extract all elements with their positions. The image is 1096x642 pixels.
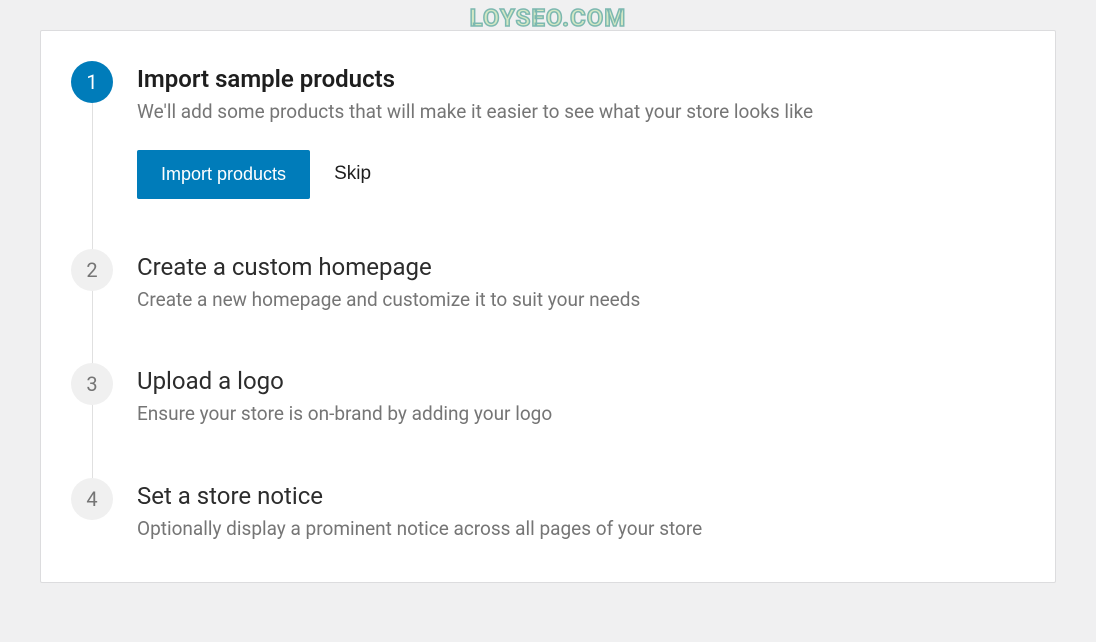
step-title: Create a custom homepage (137, 253, 1025, 281)
step-number-badge: 4 (71, 478, 113, 520)
watermark-text: LOYSEO.COM (470, 4, 627, 32)
step-actions: Import products Skip (137, 150, 1025, 199)
step-description: Create a new homepage and customize it t… (137, 287, 1025, 314)
step-title: Import sample products (137, 65, 1025, 93)
step-connector-line (92, 289, 93, 369)
step-content: Upload a logo Ensure your store is on-br… (137, 363, 1025, 428)
step-content: Import sample products We'll add some pr… (137, 61, 1025, 199)
steps-list: 1 Import sample products We'll add some … (71, 61, 1025, 542)
step-title: Set a store notice (137, 482, 1025, 510)
skip-button[interactable]: Skip (330, 155, 375, 193)
step-description: Optionally display a prominent notice ac… (137, 516, 1025, 543)
step-description: We'll add some products that will make i… (137, 99, 1025, 126)
setup-wizard-card: 1 Import sample products We'll add some … (40, 30, 1056, 583)
step-number-badge: 2 (71, 249, 113, 291)
step-number-badge: 3 (71, 363, 113, 405)
step-description: Ensure your store is on-brand by adding … (137, 401, 1025, 428)
step-upload-logo[interactable]: 3 Upload a logo Ensure your store is on-… (71, 363, 1025, 478)
step-store-notice[interactable]: 4 Set a store notice Optionally display … (71, 478, 1025, 543)
step-title: Upload a logo (137, 367, 1025, 395)
step-create-homepage[interactable]: 2 Create a custom homepage Create a new … (71, 249, 1025, 364)
step-number-badge: 1 (71, 61, 113, 103)
step-connector-line (92, 101, 93, 254)
step-import-products[interactable]: 1 Import sample products We'll add some … (71, 61, 1025, 249)
step-content: Create a custom homepage Create a new ho… (137, 249, 1025, 314)
step-content: Set a store notice Optionally display a … (137, 478, 1025, 543)
step-connector-line (92, 403, 93, 483)
import-products-button[interactable]: Import products (137, 150, 310, 199)
